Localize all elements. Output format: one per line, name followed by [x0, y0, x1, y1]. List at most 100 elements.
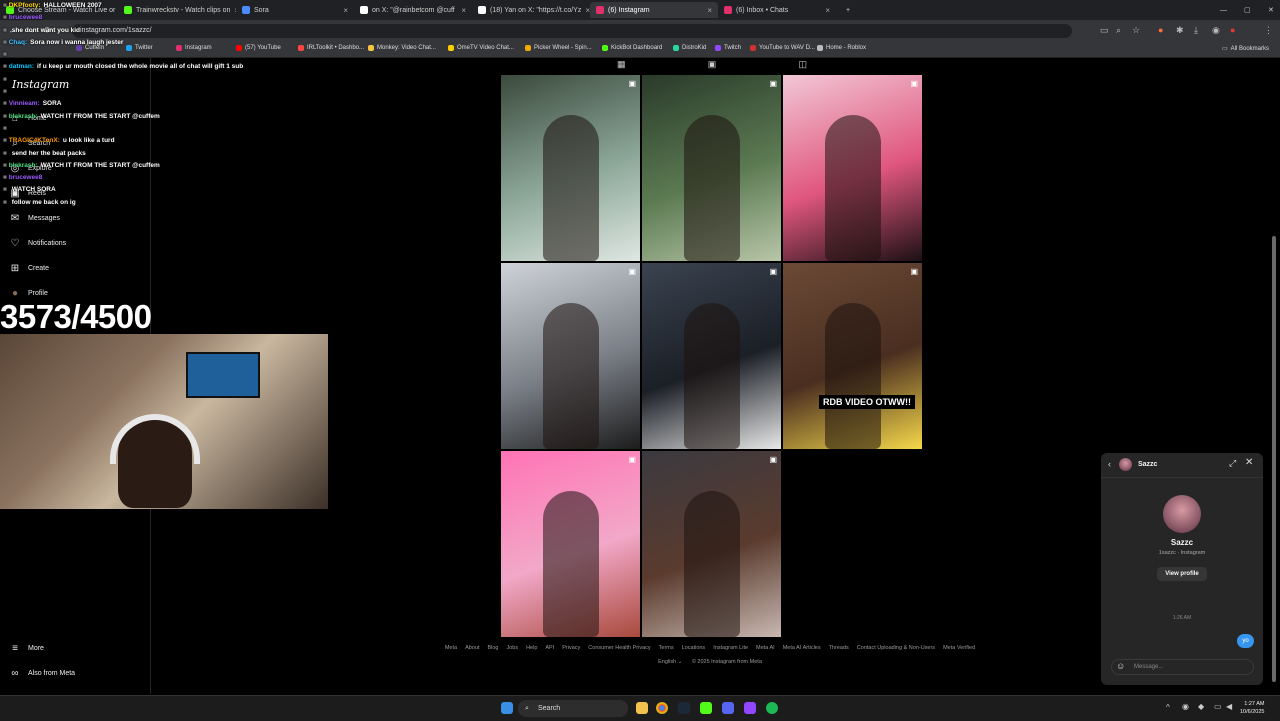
- tray-app-icon[interactable]: ◉: [1182, 702, 1189, 711]
- tray-app-icon-2[interactable]: ◆: [1198, 702, 1204, 711]
- footer-link[interactable]: Consumer Health Privacy: [588, 645, 650, 651]
- bookmark-item[interactable]: Twitch: [715, 45, 741, 51]
- sidebar-item-label: Notifications: [28, 240, 67, 247]
- sidebar-item-create[interactable]: ⊞ Create: [10, 263, 49, 274]
- extensions-icon[interactable]: ✱: [1176, 25, 1184, 36]
- chat-message: ■ blakrash: WATCH IT FROM THE START @cuff…: [3, 111, 303, 123]
- footer-link[interactable]: Privacy: [562, 645, 580, 651]
- sidebar-item-also-from-meta[interactable]: ∞ Also from Meta: [10, 668, 75, 679]
- post-thumbnail[interactable]: ▣: [501, 451, 640, 637]
- footer-link[interactable]: Locations: [682, 645, 706, 651]
- sidebar-item-more[interactable]: ≡ More: [10, 643, 44, 654]
- tab-5[interactable]: (6) Instagram ×: [590, 2, 718, 18]
- start-icon[interactable]: [501, 702, 513, 714]
- footer-link[interactable]: Meta Verified: [943, 645, 975, 651]
- taskbar-search[interactable]: ⌕ Search: [518, 700, 628, 717]
- steam-icon[interactable]: [678, 702, 690, 714]
- maximize-icon[interactable]: ▢: [1238, 2, 1257, 18]
- bookmark-item[interactable]: Monkey: Video Chat...: [368, 45, 436, 51]
- kick-icon[interactable]: [700, 702, 712, 714]
- footer-link[interactable]: Help: [526, 645, 537, 651]
- language-select[interactable]: English ⌄: [658, 659, 682, 665]
- close-icon[interactable]: ✕: [1245, 457, 1253, 468]
- chat-message: ■ send her the beat packs: [3, 148, 303, 160]
- tagged-tab-icon[interactable]: ◫: [798, 59, 807, 70]
- twitch-icon[interactable]: [744, 702, 756, 714]
- back-chevron-icon[interactable]: ‹: [1108, 459, 1111, 469]
- tab-3[interactable]: on X: "@rainbetcom @cuff ×: [354, 2, 472, 18]
- sidebar-item-label: More: [28, 645, 44, 652]
- tab-close-icon[interactable]: ×: [343, 6, 348, 15]
- footer-link[interactable]: Meta: [445, 645, 457, 651]
- bookmark-item[interactable]: OmeTV Video Chat...: [448, 45, 514, 51]
- message-input[interactable]: ☺ Message...: [1111, 659, 1254, 675]
- footer-link[interactable]: Threads: [829, 645, 849, 651]
- post-thumbnail[interactable]: ▣: [642, 451, 781, 637]
- sidebar-item-messages[interactable]: ✉ Messages: [10, 213, 60, 224]
- discord-icon[interactable]: [722, 702, 734, 714]
- post-thumbnail[interactable]: ▣: [501, 75, 640, 261]
- bookmark-item[interactable]: KickBot Dashboard: [602, 45, 662, 51]
- reels-tab-icon[interactable]: ▣: [708, 59, 717, 70]
- extension-red-icon[interactable]: ●: [1230, 25, 1235, 35]
- footer-link[interactable]: Meta AI: [756, 645, 775, 651]
- monitor-icon[interactable]: ▭: [1214, 702, 1222, 711]
- all-bookmarks[interactable]: ▭ All Bookmarks: [1222, 45, 1269, 53]
- dm-header-name[interactable]: Sazzc: [1138, 461, 1157, 468]
- badge-icon: ■: [3, 88, 7, 96]
- clock[interactable]: 1:27 AM 10/6/2025: [1240, 700, 1264, 716]
- chrome-icon[interactable]: [656, 702, 668, 714]
- extension-brave-icon[interactable]: ●: [1158, 25, 1163, 35]
- footer-link[interactable]: Terms: [659, 645, 674, 651]
- file-explorer-icon[interactable]: [636, 702, 648, 714]
- tray-chevron-icon[interactable]: ^: [1166, 703, 1170, 712]
- bookmark-item[interactable]: Picker Wheel - Spin...: [525, 45, 592, 51]
- tab-4[interactable]: (18) Yan on X: "https://t.co/Yz ×: [472, 2, 590, 18]
- tab-close-icon[interactable]: ×: [825, 6, 830, 15]
- post-thumbnail[interactable]: ▣ RDB VIDEO OTWW!!: [783, 263, 922, 449]
- install-icon[interactable]: ▭: [1100, 25, 1109, 36]
- tab-6[interactable]: (6) Inbox • Chats ×: [718, 2, 836, 18]
- posts-grid-icon[interactable]: ▦: [617, 59, 626, 70]
- sidebar-item-notifications[interactable]: ♡ Notifications: [10, 238, 67, 249]
- footer-link[interactable]: Instagram Lite: [713, 645, 748, 651]
- footer: Meta About Blog Jobs Help API Privacy Consumer …: [440, 645, 980, 665]
- minimize-icon[interactable]: —: [1214, 2, 1233, 18]
- tab-close-icon[interactable]: ×: [707, 6, 712, 15]
- footer-link[interactable]: About: [465, 645, 479, 651]
- footer-link[interactable]: Jobs: [506, 645, 518, 651]
- post-caption-overlay: RDB VIDEO OTWW!!: [819, 395, 915, 409]
- new-tab-button[interactable]: +: [840, 2, 856, 18]
- post-thumbnail[interactable]: ▣: [501, 263, 640, 449]
- bookmark-item[interactable]: YouTube to WAV D...: [750, 45, 815, 51]
- download-icon[interactable]: ⤓: [1194, 25, 1198, 36]
- chat-message: ■ WATCH SORA: [3, 184, 303, 196]
- expand-icon[interactable]: ⤢: [1229, 458, 1236, 469]
- star-icon[interactable]: ☆: [1132, 25, 1140, 36]
- emoji-icon[interactable]: ☺: [1116, 661, 1125, 671]
- footer-link[interactable]: Blog: [487, 645, 498, 651]
- bookmark-item[interactable]: DistroKid: [673, 45, 706, 51]
- view-profile-button[interactable]: View profile: [1157, 567, 1207, 581]
- bookmark-item[interactable]: Home - Roblox: [817, 45, 866, 51]
- dm-header-avatar[interactable]: [1119, 458, 1132, 471]
- post-thumbnail[interactable]: ▣: [642, 263, 781, 449]
- zoom-icon[interactable]: ⌕: [1116, 25, 1121, 36]
- tab-close-icon[interactable]: ×: [461, 6, 466, 15]
- footer-link[interactable]: Meta AI Articles: [783, 645, 821, 651]
- window-close-icon[interactable]: ✕: [1262, 2, 1280, 18]
- post-thumbnail[interactable]: ▣: [642, 75, 781, 261]
- spotify-icon[interactable]: [766, 702, 778, 714]
- profile-icon[interactable]: ◉: [1212, 25, 1220, 36]
- chat-text: send her the beat packs: [11, 149, 86, 157]
- volume-icon[interactable]: ◀: [1226, 702, 1232, 711]
- dm-profile-avatar[interactable]: [1163, 495, 1201, 533]
- post-thumbnail[interactable]: ▣: [783, 75, 922, 261]
- footer-link[interactable]: API: [545, 645, 554, 651]
- bookmark-item[interactable]: IRLToolkit • Dashbo...: [298, 45, 364, 51]
- chat-text: WATCH IT FROM THE START @cuffem: [40, 112, 160, 120]
- sidebar-item-label: Also from Meta: [28, 670, 76, 677]
- footer-link[interactable]: Contact Uploading & Non-Users: [857, 645, 935, 651]
- page-scrollbar[interactable]: [1272, 236, 1276, 682]
- kebab-menu-icon[interactable]: ⋮: [1264, 25, 1273, 36]
